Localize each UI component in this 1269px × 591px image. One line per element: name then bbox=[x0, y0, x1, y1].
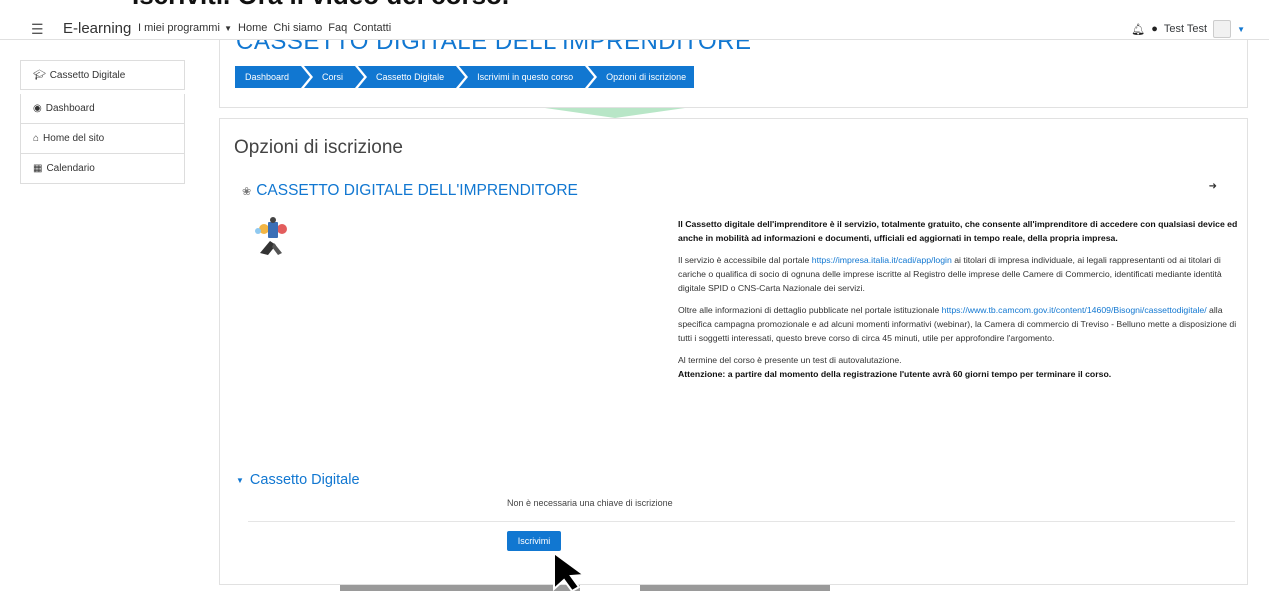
self-enrol-section-header[interactable]: ▼ Cassetto Digitale bbox=[236, 472, 360, 488]
page-title: Opzioni di iscrizione bbox=[234, 137, 403, 158]
course-title-link[interactable]: CASSETTO DIGITALE DELL'IMPRENDITORE bbox=[256, 182, 578, 200]
breadcrumb-enrol-options[interactable]: Opzioni di iscrizione bbox=[588, 66, 695, 88]
left-sidebar: 🎓︎ Cassetto Digitale ◉ Dashboard ⌂ Home … bbox=[20, 60, 185, 184]
breadcrumb-courses[interactable]: Corsi bbox=[304, 66, 365, 88]
sidebar-item-cassetto-digitale[interactable]: 🎓︎ Cassetto Digitale bbox=[20, 60, 185, 90]
footer-decoration bbox=[340, 585, 580, 591]
sidebar-item-calendar[interactable]: ▦ Calendario bbox=[20, 154, 185, 184]
chat-bubble-icon[interactable]: ● bbox=[1151, 23, 1158, 35]
menu-item-faq[interactable]: Faq bbox=[328, 22, 347, 34]
sidebar-item-label: Calendario bbox=[46, 163, 95, 174]
main-menu: I miei programmi ▼ Home Chi siamo Faq Co… bbox=[138, 22, 391, 34]
course-summary: Il Cassetto digitale dell'imprenditore è… bbox=[678, 217, 1238, 381]
header-decoration bbox=[525, 108, 705, 118]
summary-paragraph-1: Il Cassetto digitale dell'imprenditore è… bbox=[678, 219, 1238, 243]
sidebar-item-label: Dashboard bbox=[45, 103, 95, 114]
summary-paragraph-2: Il servizio è accessibile dal portale ht… bbox=[678, 255, 1222, 293]
user-name[interactable]: Test Test bbox=[1164, 23, 1207, 35]
menu-item-about[interactable]: Chi siamo bbox=[273, 22, 322, 34]
course-header-title: CASSETTO DIGITALE DELL'IMPRENDITORE bbox=[236, 40, 752, 55]
section-title: Cassetto Digitale bbox=[249, 472, 360, 488]
calendar-icon: ▦ bbox=[33, 163, 43, 174]
breadcrumb: Dashboard Corsi Cassetto Digitale Iscriv… bbox=[235, 66, 695, 88]
puzzle-icon: ❀ bbox=[242, 185, 252, 198]
caret-down-icon: ▼ bbox=[221, 24, 233, 33]
sidebar-item-dashboard[interactable]: ◉ Dashboard bbox=[20, 94, 185, 124]
home-icon: ⌂ bbox=[33, 133, 40, 144]
site-brand[interactable]: E-learning bbox=[63, 20, 131, 37]
breadcrumb-cassetto-digitale[interactable]: Cassetto Digitale bbox=[358, 66, 466, 88]
divider bbox=[248, 521, 1235, 522]
breadcrumb-enrol-course[interactable]: Iscrivimi in questo corso bbox=[459, 66, 595, 88]
menu-item-my-programs[interactable]: I miei programmi ▼ bbox=[138, 22, 232, 34]
footer-decoration bbox=[640, 585, 830, 591]
summary-paragraph-4: Al termine del corso è presente un test … bbox=[678, 355, 1112, 379]
course-illustration bbox=[255, 217, 287, 255]
caret-down-icon: ▼ bbox=[236, 475, 244, 485]
summary-paragraph-3: Oltre alle informazioni di dettaglio pub… bbox=[678, 305, 1237, 343]
caret-down-icon[interactable]: ▼ bbox=[1237, 25, 1245, 34]
sidebar-item-home[interactable]: ⌂ Home del sito bbox=[20, 124, 185, 154]
graduation-cap-icon: 🎓︎ bbox=[33, 69, 46, 81]
document-overlay-strip: Iscriviti. Ora il video del corso. bbox=[0, 0, 1269, 18]
bell-icon[interactable]: 🔔︎ bbox=[1131, 23, 1145, 36]
impresa-portal-link[interactable]: https://impresa.italia.it/cadi/app/login bbox=[812, 255, 952, 265]
user-menu-area: 🔔︎ ● Test Test ▼ bbox=[1131, 20, 1245, 38]
enrol-options-card: Opzioni di iscrizione ❀ CASSETTO DIGITAL… bbox=[219, 118, 1248, 585]
course-title-row: ❀ CASSETTO DIGITALE DELL'IMPRENDITORE bbox=[242, 182, 578, 200]
mouse-cursor-icon bbox=[553, 551, 587, 591]
breadcrumb-dashboard[interactable]: Dashboard bbox=[235, 66, 311, 88]
course-header: CASSETTO DIGITALE DELL'IMPRENDITORE Dash… bbox=[219, 40, 1248, 108]
camcom-portal-link[interactable]: https://www.tb.camcom.gov.it/content/146… bbox=[942, 305, 1207, 315]
dashboard-icon: ◉ bbox=[33, 103, 42, 114]
document-overlay-text: Iscriviti. Ora il video del corso. bbox=[132, 0, 509, 11]
summary-warning: Attenzione: a partire dal momento della … bbox=[678, 369, 1112, 379]
sidebar-item-label: Cassetto Digitale bbox=[49, 69, 126, 81]
no-key-required-text: Non è necessaria una chiave di iscrizion… bbox=[507, 498, 673, 508]
sign-in-icon: ➜ bbox=[1208, 181, 1217, 192]
menu-item-contacts[interactable]: Contatti bbox=[353, 22, 391, 34]
menu-item-home[interactable]: Home bbox=[238, 22, 267, 34]
enrol-button[interactable]: Iscrivimi bbox=[507, 531, 561, 551]
hamburger-menu-icon[interactable]: ☰ bbox=[31, 21, 44, 38]
sidebar-item-label: Home del sito bbox=[43, 133, 105, 144]
avatar[interactable] bbox=[1213, 20, 1232, 38]
top-navbar: ☰ E-learning I miei programmi ▼ Home Chi… bbox=[0, 18, 1269, 40]
